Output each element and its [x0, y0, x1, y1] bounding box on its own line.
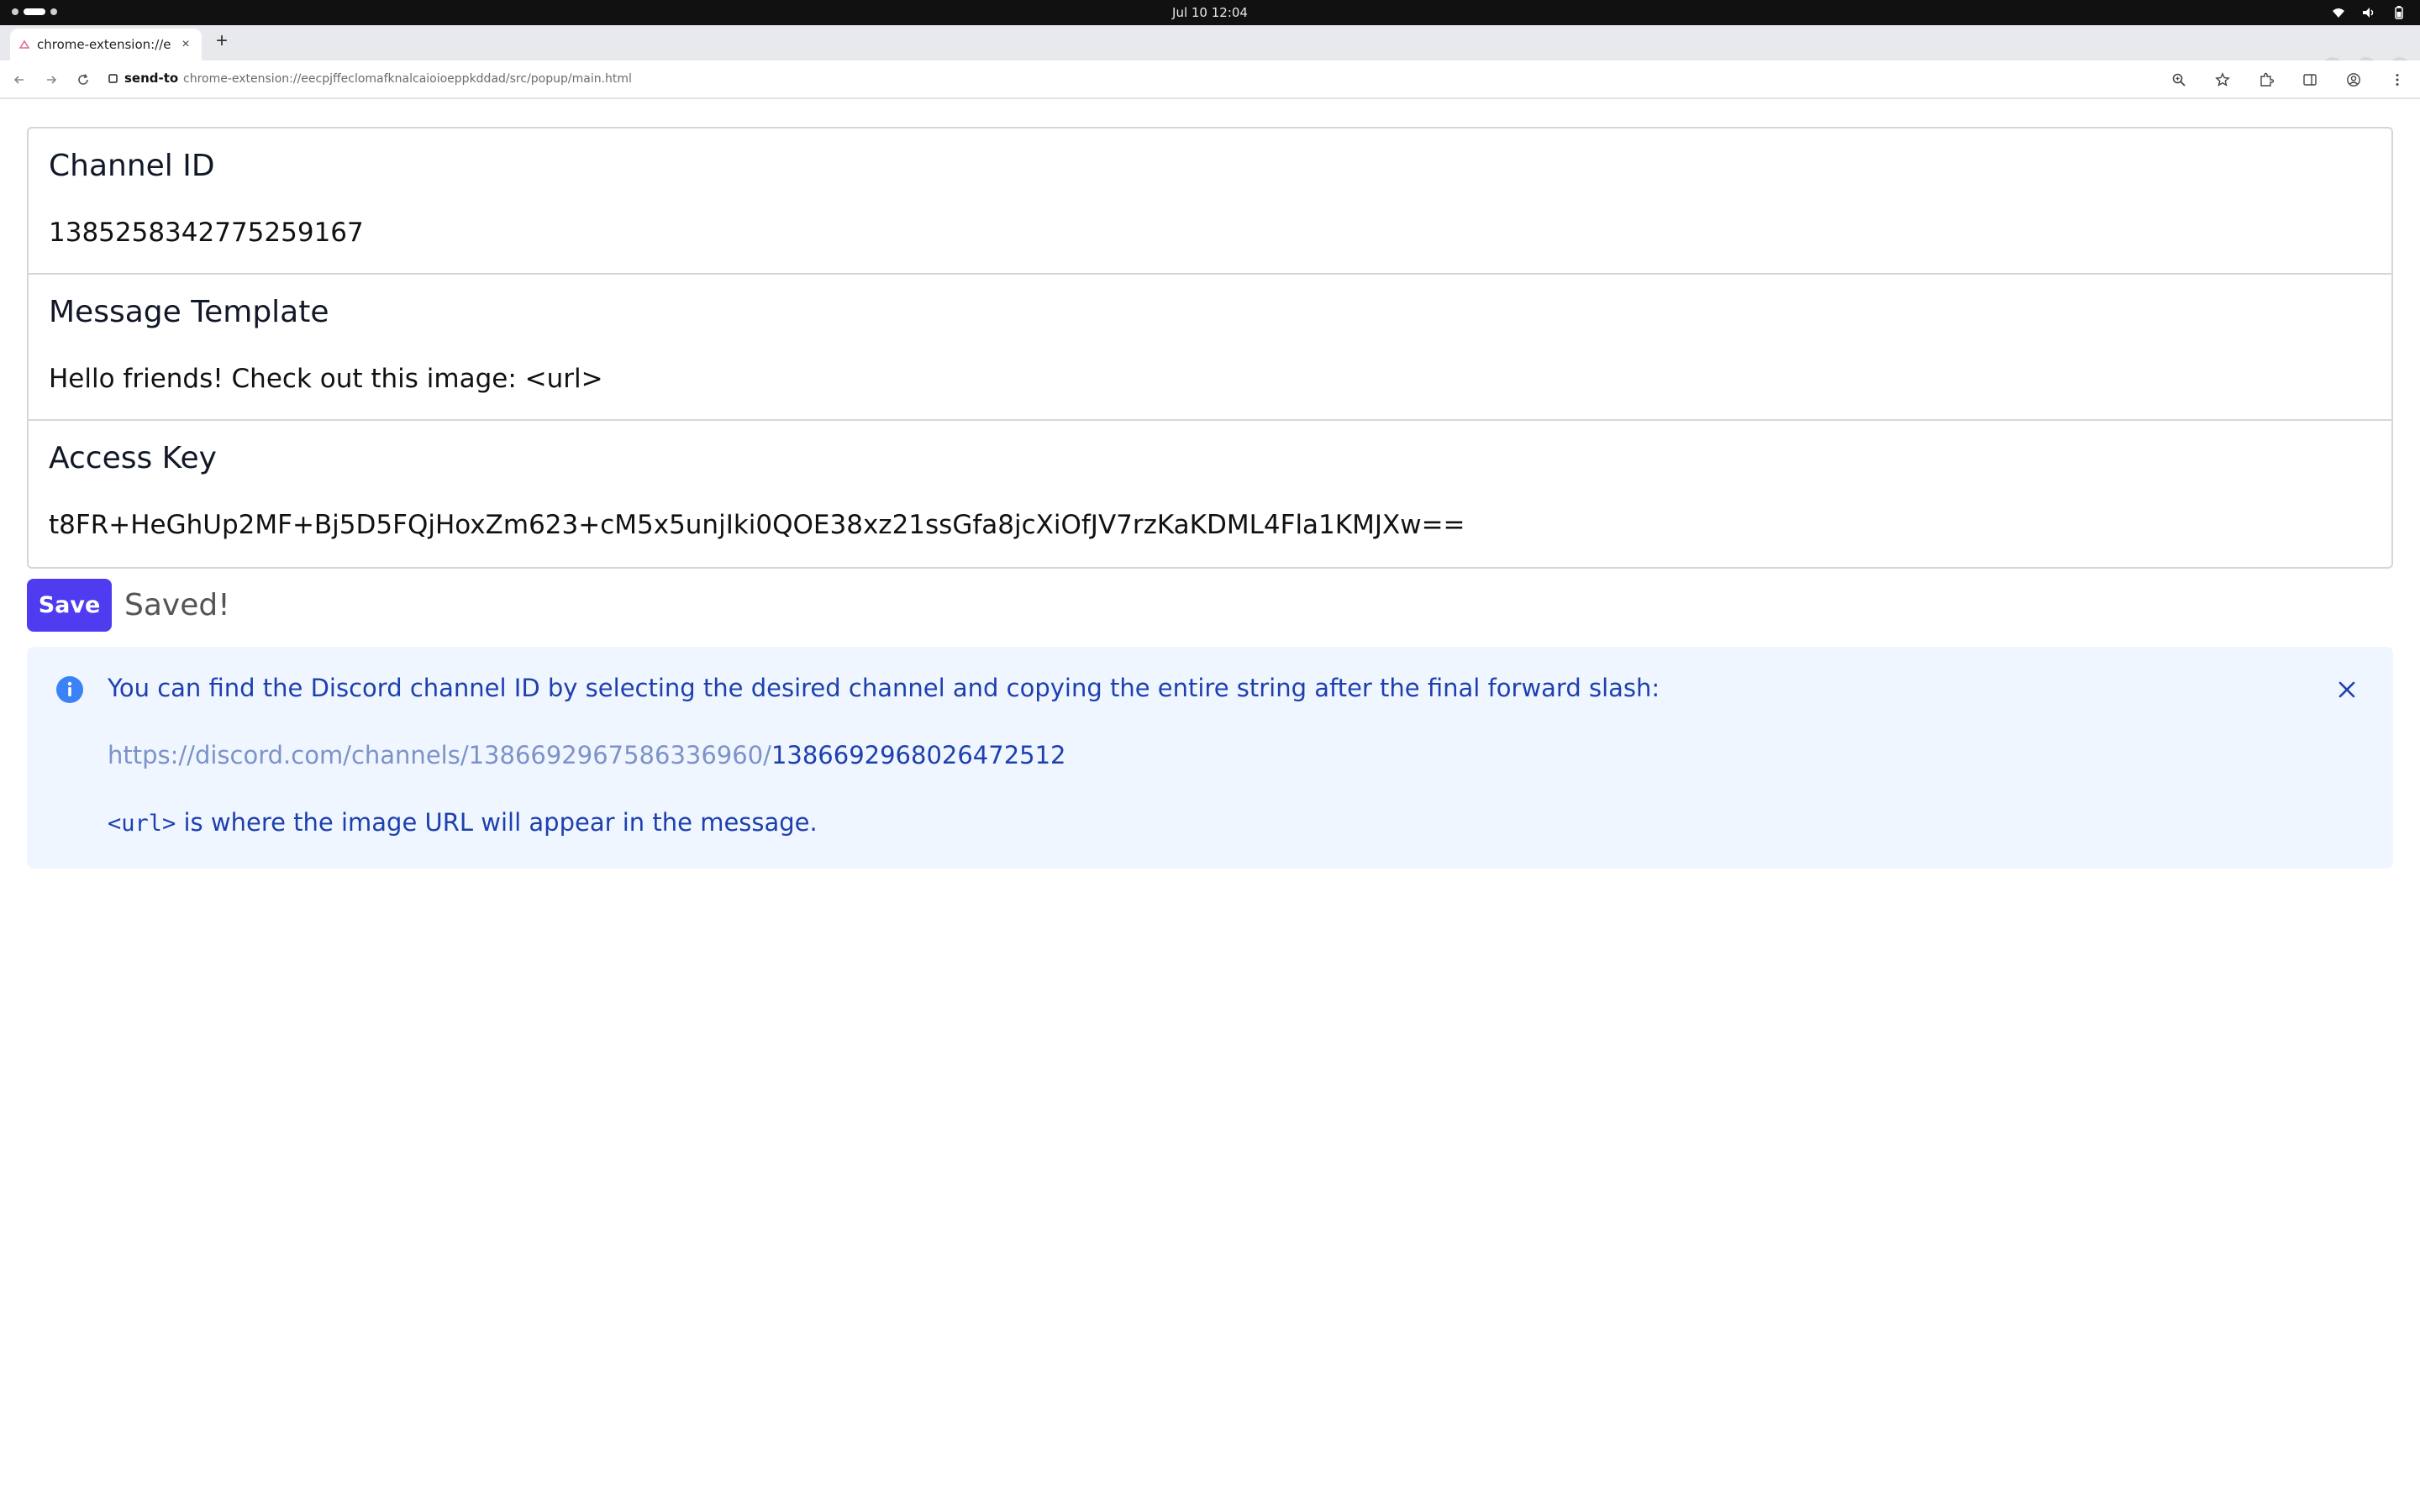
example-url-channel-id: 1386692968026472512 — [771, 741, 1066, 769]
url-token-explanation: is where the image URL will appear in th… — [176, 808, 818, 837]
browser-tab-strip: chrome-extension://eec × — [0, 25, 2420, 77]
star-icon — [2215, 72, 2230, 87]
browser-tab[interactable]: chrome-extension://eec × — [10, 29, 202, 60]
navigation-buttons — [10, 71, 92, 89]
info-icon — [56, 676, 83, 703]
access-key-input[interactable]: t8FR+HeGhUp2MF+Bj5D5FQjHoxZm623+cM5x5unj… — [49, 510, 1465, 540]
channel-id-label: Channel ID — [49, 149, 215, 183]
more-vertical-icon — [2396, 74, 2399, 86]
wifi-icon — [2333, 8, 2344, 18]
system-clock[interactable]: Jul 10 12:04 — [0, 5, 2420, 20]
channel-id-field[interactable]: Channel ID 1385258342775259167 — [29, 129, 2391, 275]
url-token-code: <url> — [108, 811, 176, 837]
reload-icon — [78, 74, 88, 85]
message-template-label: Message Template — [49, 295, 329, 329]
extension-puzzle-icon — [108, 74, 118, 83]
message-template-input[interactable]: Hello friends! Check out this image: <ur… — [49, 364, 603, 394]
bookmark-button[interactable] — [2212, 69, 2233, 91]
info-alert: You can find the Discord channel ID by s… — [27, 647, 2393, 869]
access-key-label: Access Key — [49, 441, 217, 475]
side-panel-button[interactable] — [2299, 69, 2321, 91]
forward-arrow-icon — [47, 76, 57, 84]
example-url-base: https://discord.com/channels/13866929675… — [108, 741, 771, 769]
new-tab-button[interactable]: + — [212, 31, 232, 52]
address-bar-url[interactable]: chrome-extension://eecpjffeclomafknalcai… — [183, 72, 632, 86]
tab-title: chrome-extension://eec — [37, 37, 171, 52]
access-key-field[interactable]: Access Key t8FR+HeGhUp2MF+Bj5D5FQjHoxZm6… — [29, 421, 2391, 567]
profile-icon — [2347, 73, 2360, 87]
tab-close-icon[interactable]: × — [178, 37, 193, 52]
os-top-bar: Jul 10 12:04 — [0, 0, 2420, 25]
save-button[interactable]: Save — [27, 579, 112, 632]
battery-icon — [2395, 6, 2403, 19]
volume-icon — [2363, 8, 2374, 18]
extensions-button[interactable] — [2255, 69, 2277, 91]
site-info-chip[interactable]: send-to — [108, 71, 178, 86]
save-status-text: Saved! — [124, 588, 230, 622]
extension-favicon-icon — [18, 39, 30, 49]
puzzle-icon — [2260, 72, 2274, 87]
message-template-field[interactable]: Message Template Hello friends! Check ou… — [29, 275, 2391, 421]
site-label: send-to — [124, 71, 179, 86]
zoom-button[interactable] — [2168, 69, 2190, 91]
channel-id-input[interactable]: 1385258342775259167 — [49, 218, 364, 248]
info-example-url: https://discord.com/channels/13866929675… — [108, 741, 1066, 769]
back-arrow-icon — [13, 76, 24, 84]
settings-form: Channel ID 1385258342775259167 Message T… — [27, 127, 2393, 569]
forward-button[interactable] — [42, 71, 60, 89]
profile-button[interactable] — [2343, 69, 2365, 91]
back-button[interactable] — [10, 71, 29, 89]
browser-menu-button[interactable] — [2386, 69, 2408, 91]
browser-toolbar: send-to chrome-extension://eecpjffecloma… — [0, 60, 2420, 99]
zoom-icon — [2172, 73, 2186, 87]
close-icon[interactable] — [2334, 677, 2360, 702]
system-tray[interactable] — [2331, 5, 2407, 20]
info-text-url-token: <url> is where the image URL will appear… — [108, 808, 818, 837]
info-text-channel-id: You can find the Discord channel ID by s… — [108, 674, 1660, 702]
side-panel-icon — [2303, 74, 2317, 86]
toolbar-actions — [2168, 69, 2408, 91]
reload-button[interactable] — [74, 71, 92, 89]
